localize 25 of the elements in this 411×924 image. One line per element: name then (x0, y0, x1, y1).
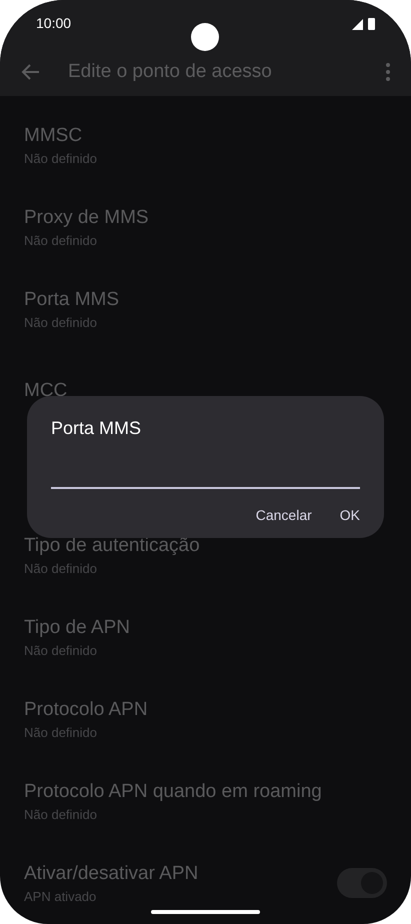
setting-value: Não definido (24, 642, 98, 658)
setting-title[interactable]: Porta MMS (24, 288, 120, 310)
setting-value: Não definido (24, 806, 98, 822)
setting-value: Não definido (24, 150, 97, 166)
setting-value: Não definido (24, 724, 98, 740)
setting-title[interactable]: Protocolo APN quando em roaming (24, 780, 322, 802)
setting-title[interactable]: MMSC (24, 124, 97, 146)
setting-title[interactable]: Protocolo APN (24, 698, 148, 720)
screen-title: Edite o ponto de acesso (68, 61, 273, 83)
camera-hole (191, 23, 219, 51)
setting-title[interactable]: Proxy de MMS (24, 206, 149, 228)
setting-title[interactable]: Tipo de autenticação (24, 534, 200, 556)
setting-title[interactable]: Ativar/desativar APN (24, 862, 198, 884)
setting-value: APN ativado (24, 888, 98, 904)
setting-value: Não definido (24, 560, 98, 576)
clock: 10:00 (36, 15, 72, 31)
more-options-icon[interactable] (385, 62, 391, 82)
dialog-title: Porta MMS (51, 418, 142, 439)
setting-value: Não definido (24, 232, 98, 248)
status-icons (351, 17, 377, 31)
setting-title[interactable]: Tipo de APN (24, 616, 130, 638)
dialog-button[interactable]: Cancelar (246, 499, 322, 531)
dialog-button[interactable]: OK (330, 499, 370, 531)
back-icon[interactable] (20, 63, 40, 81)
setting-value: Não definido (24, 314, 98, 330)
